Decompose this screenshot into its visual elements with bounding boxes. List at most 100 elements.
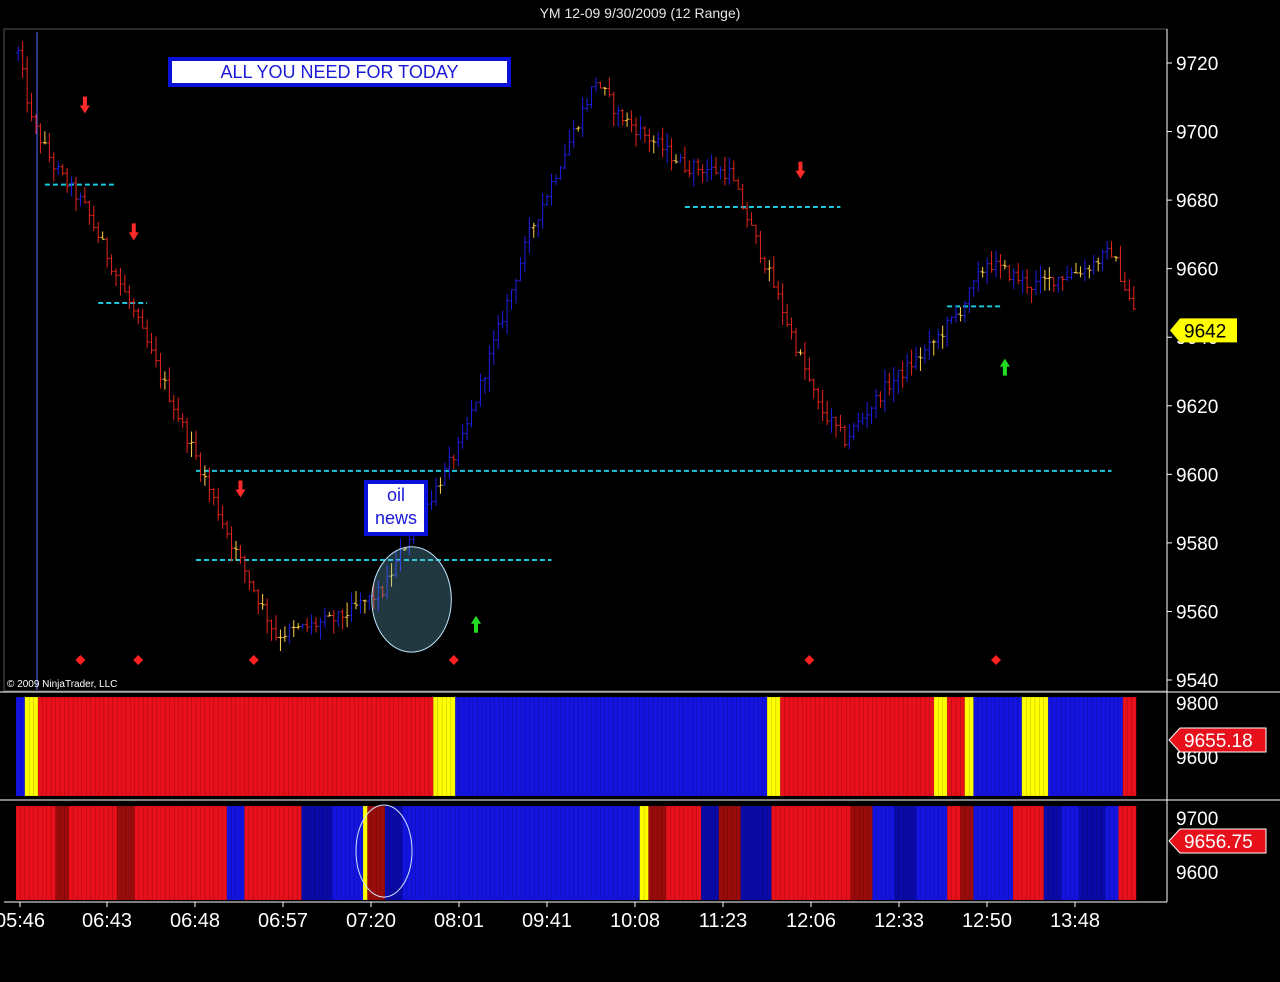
heat-cell: [1078, 805, 1084, 901]
heat-cell: [165, 696, 171, 797]
heat-cell: [744, 805, 751, 901]
heat-cell: [512, 696, 518, 797]
heat-cell: [577, 805, 584, 901]
heat-cell: [248, 805, 254, 901]
heat-cell: [336, 696, 342, 797]
heat-cell: [986, 805, 992, 901]
heat-cell: [749, 805, 755, 901]
heat-cell: [920, 805, 926, 901]
heat-cell: [121, 805, 127, 901]
heat-cell: [270, 805, 276, 901]
heat-cell: [103, 696, 109, 797]
heat-cell: [898, 696, 904, 797]
heat-cell: [608, 696, 614, 797]
heat-cell: [476, 696, 483, 797]
heat-cell: [81, 805, 87, 901]
heat-cell: [279, 805, 285, 901]
heat-cell: [586, 696, 592, 797]
heat-cell: [683, 696, 689, 797]
heat-cell: [520, 805, 527, 901]
heat-cell: [872, 696, 878, 797]
heat-cell: [129, 696, 136, 797]
chart-canvas[interactable]: 9720970096809660964096209600958095609540…: [0, 0, 1280, 982]
headline-box: ALL YOU NEED FOR TODAY: [168, 57, 511, 87]
heat-cell: [1012, 805, 1018, 901]
heat-cell: [788, 805, 794, 901]
indicator-2-value-tag: 9656.75: [1168, 828, 1267, 854]
heat-cell: [318, 805, 325, 901]
heat-cell: [1025, 696, 1032, 797]
heat-cell: [433, 805, 439, 901]
heat-cell: [1096, 805, 1102, 901]
heat-cell: [942, 696, 948, 797]
heat-cell: [288, 805, 294, 901]
heat-cell: [94, 696, 101, 797]
heat-cell: [977, 805, 983, 901]
heat-cell: [415, 696, 421, 797]
heat-cell: [705, 696, 711, 797]
heat-cell: [99, 805, 105, 901]
heat-cell: [375, 696, 382, 797]
heat-cell: [143, 805, 149, 901]
heat-cell: [1043, 696, 1049, 797]
heat-cell: [182, 805, 188, 901]
heat-cell: [20, 696, 26, 797]
heat-cell: [823, 805, 830, 901]
heat-cell: [1126, 805, 1133, 901]
heat-cell: [222, 805, 228, 901]
heat-cell: [156, 696, 162, 797]
heat-cell: [15, 805, 21, 901]
heat-cell: [674, 805, 680, 901]
heat-cell: [1126, 696, 1133, 797]
heat-cell: [173, 805, 180, 901]
heat-cell: [573, 696, 579, 797]
heat-cell: [112, 805, 118, 901]
heat-cell: [151, 696, 158, 797]
heat-cell: [661, 696, 667, 797]
heat-cell: [446, 696, 452, 797]
heat-cell: [784, 805, 790, 901]
heat-cell: [50, 696, 57, 797]
y-tick-label: 9560: [1176, 602, 1218, 623]
heat-cell: [617, 696, 623, 797]
heat-cell: [902, 805, 909, 901]
heat-cell: [151, 805, 158, 901]
heat-cell: [283, 805, 289, 901]
heat-cell: [920, 696, 926, 797]
heat-cell: [652, 805, 658, 901]
heat-cell: [534, 696, 540, 797]
heat-cell: [389, 805, 395, 901]
heat-cell: [209, 805, 215, 901]
heat-cell: [687, 805, 693, 901]
heat-cell: [731, 696, 737, 797]
heat-cell: [573, 805, 579, 901]
heat-cell: [1043, 805, 1049, 901]
heat-cell: [560, 805, 566, 901]
heat-cell: [235, 696, 241, 797]
heat-cell: [301, 805, 307, 901]
heat-cell: [160, 696, 166, 797]
heat-cell: [955, 696, 961, 797]
heat-cell: [1012, 696, 1018, 797]
heat-cell: [472, 696, 478, 797]
indicator-2-value: 9656.75: [1184, 832, 1253, 853]
heat-cell: [806, 696, 812, 797]
heat-cell: [779, 805, 786, 901]
heat-cell: [863, 805, 869, 901]
heat-cell: [894, 805, 900, 901]
heat-cell: [204, 805, 210, 901]
heat-cell: [894, 696, 900, 797]
heat-cell: [639, 805, 645, 901]
heat-cell: [485, 696, 491, 797]
heat-cell: [657, 805, 663, 901]
heat-cell: [1047, 696, 1054, 797]
heat-cell: [687, 696, 693, 797]
last-price-tag: 9642: [1170, 318, 1237, 343]
heat-cell: [261, 696, 267, 797]
heat-cell: [248, 696, 254, 797]
heat-cell: [433, 696, 439, 797]
heat-cell: [129, 805, 136, 901]
heat-cell: [564, 805, 570, 901]
heat-cell: [59, 696, 65, 797]
heat-cell: [542, 805, 549, 901]
